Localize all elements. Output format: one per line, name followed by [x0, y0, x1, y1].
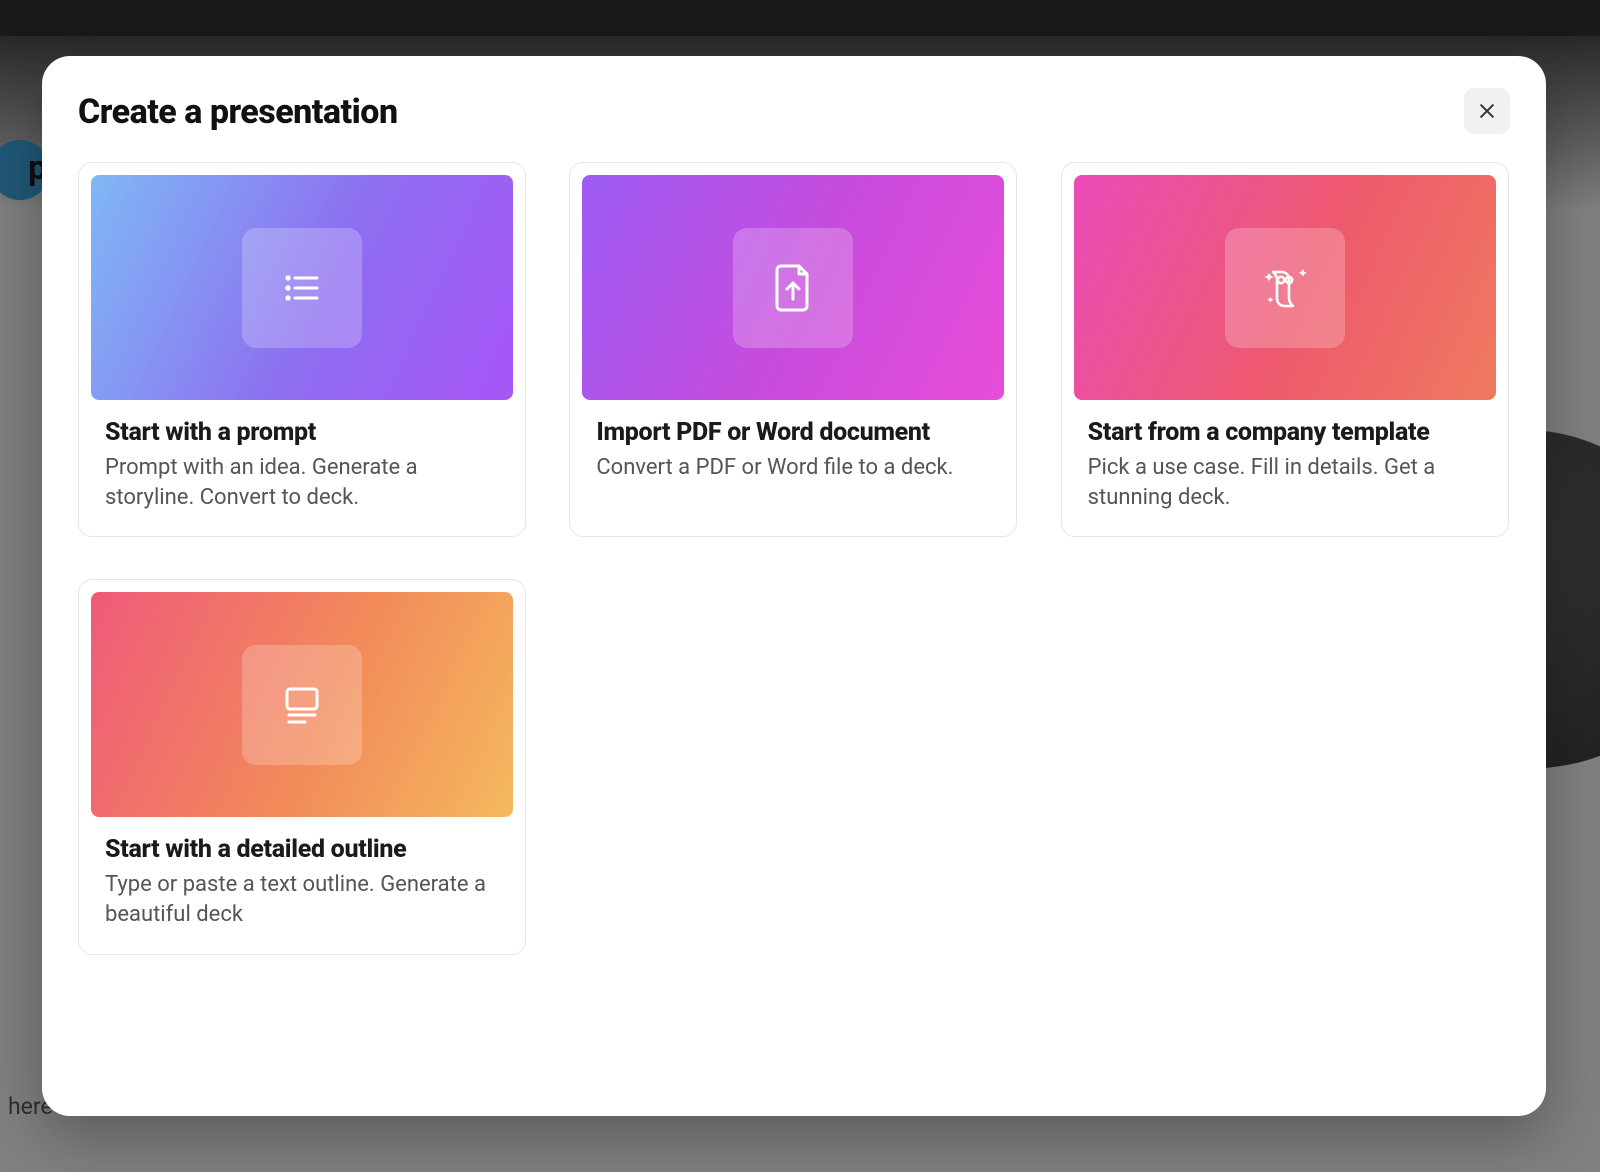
card-description: Type or paste a text outline. Generate a…: [91, 870, 513, 929]
upload-file-icon: [770, 261, 816, 315]
close-button[interactable]: [1464, 88, 1510, 134]
card-preview: [582, 175, 1004, 400]
card-title: Start with a detailed outline: [91, 835, 513, 870]
modal-header: Create a presentation: [42, 92, 1546, 134]
card-preview: [91, 175, 513, 400]
card-preview: [1074, 175, 1496, 400]
outline-icon: [279, 682, 325, 728]
icon-frame: [242, 645, 362, 765]
card-title: Import PDF or Word document: [582, 418, 1004, 453]
card-company-template[interactable]: Start from a company template Pick a use…: [1061, 162, 1509, 537]
card-start-with-prompt[interactable]: Start with a prompt Prompt with an idea.…: [78, 162, 526, 537]
option-card-grid: Start with a prompt Prompt with an idea.…: [42, 162, 1546, 955]
icon-frame: [1225, 228, 1345, 348]
close-icon: [1477, 101, 1497, 121]
bg-topbar: [0, 0, 1600, 36]
card-description: Prompt with an idea. Generate a storylin…: [91, 453, 513, 512]
icon-frame: [242, 228, 362, 348]
create-presentation-modal: Create a presentation: [42, 56, 1546, 1116]
card-import-pdf-word[interactable]: Import PDF or Word document Convert a PD…: [569, 162, 1017, 537]
card-title: Start with a prompt: [91, 418, 513, 453]
icon-frame: [733, 228, 853, 348]
card-description: Convert a PDF or Word file to a deck.: [582, 453, 1004, 483]
modal-title: Create a presentation: [78, 92, 398, 132]
magic-template-icon: [1257, 263, 1313, 313]
card-preview: [91, 592, 513, 817]
card-description: Pick a use case. Fill in details. Get a …: [1074, 453, 1496, 512]
card-title: Start from a company template: [1074, 418, 1496, 453]
card-detailed-outline[interactable]: Start with a detailed outline Type or pa…: [78, 579, 526, 954]
list-icon: [279, 265, 325, 311]
